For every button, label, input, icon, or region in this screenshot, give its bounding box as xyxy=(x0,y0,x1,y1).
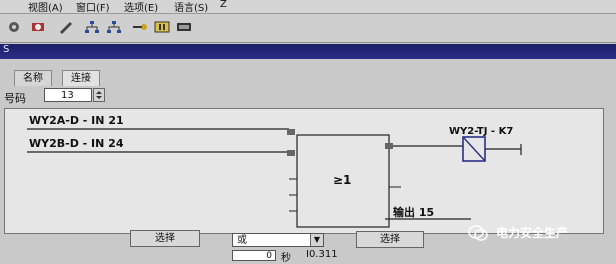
watermark-text: 电力安全生产 xyxy=(496,226,569,240)
status-code: I0.311 xyxy=(306,249,338,260)
chat-bubble-icon xyxy=(468,225,488,241)
number-field-label: 号码 xyxy=(4,92,26,105)
output-pin xyxy=(385,143,393,149)
menu-language[interactable]: 语言(S) xyxy=(174,0,208,14)
select-left-label: 选择 xyxy=(155,233,175,244)
number-input[interactable]: 13 xyxy=(44,88,92,102)
chevron-down-icon[interactable]: ▼ xyxy=(310,234,323,246)
watermark: 电力安全生产 xyxy=(468,222,616,244)
device-icon[interactable] xyxy=(176,20,192,34)
gear-icon[interactable] xyxy=(6,20,22,34)
menu-bar: 视图(A) 窗口(F) 选项(E) 语言(S) Z xyxy=(0,0,616,14)
logic-diagram-wires xyxy=(27,128,522,228)
tab-name-label: 名称 xyxy=(23,73,43,84)
tab-name[interactable]: 名称 xyxy=(14,70,52,86)
input-pin-2 xyxy=(287,150,295,156)
wrench-icon[interactable] xyxy=(58,20,74,34)
input-label-2: WY2B-D - IN 24 xyxy=(29,137,124,150)
key-icon[interactable] xyxy=(132,20,148,34)
time-input[interactable]: 0 xyxy=(232,250,276,261)
logic-type-value: 或 xyxy=(237,235,247,246)
module-icon[interactable] xyxy=(154,20,170,34)
menu-options[interactable]: 选项(E) xyxy=(124,0,158,14)
tab-connection-label: 连接 xyxy=(71,73,91,84)
logic-diagram: WY2A-D - IN 21 WY2B-D - IN 24 ≥1 WY2-TJ … xyxy=(4,108,604,234)
input-label-1: WY2A-D - IN 21 xyxy=(29,114,124,127)
menu-extra[interactable]: Z xyxy=(220,0,227,10)
time-unit-label: 秒 xyxy=(281,253,291,264)
network-alt-icon[interactable] xyxy=(106,20,122,34)
input-pin-1 xyxy=(287,129,295,135)
select-right-button[interactable]: 选择 xyxy=(356,231,424,248)
alarm-icon[interactable] xyxy=(30,20,46,34)
logic-type-combo[interactable]: 或 ▼ xyxy=(232,233,324,247)
or-gate-symbol: ≥1 xyxy=(333,173,352,187)
network-icon[interactable] xyxy=(84,20,100,34)
spinner-arrows-icon xyxy=(96,91,102,99)
select-left-button[interactable]: 选择 xyxy=(130,230,200,247)
toolbar xyxy=(0,14,616,43)
select-right-label: 选择 xyxy=(380,234,400,245)
tab-connection[interactable]: 连接 xyxy=(62,70,100,86)
window-title-bar: S xyxy=(0,44,616,59)
number-spinner[interactable] xyxy=(93,88,105,102)
menu-view[interactable]: 视图(A) xyxy=(28,0,63,14)
relay-label: WY2-TJ - K7 xyxy=(449,126,514,137)
output-label: 输出 15 xyxy=(393,206,435,219)
window-title: S xyxy=(3,44,10,55)
menu-window[interactable]: 窗口(F) xyxy=(76,0,110,14)
